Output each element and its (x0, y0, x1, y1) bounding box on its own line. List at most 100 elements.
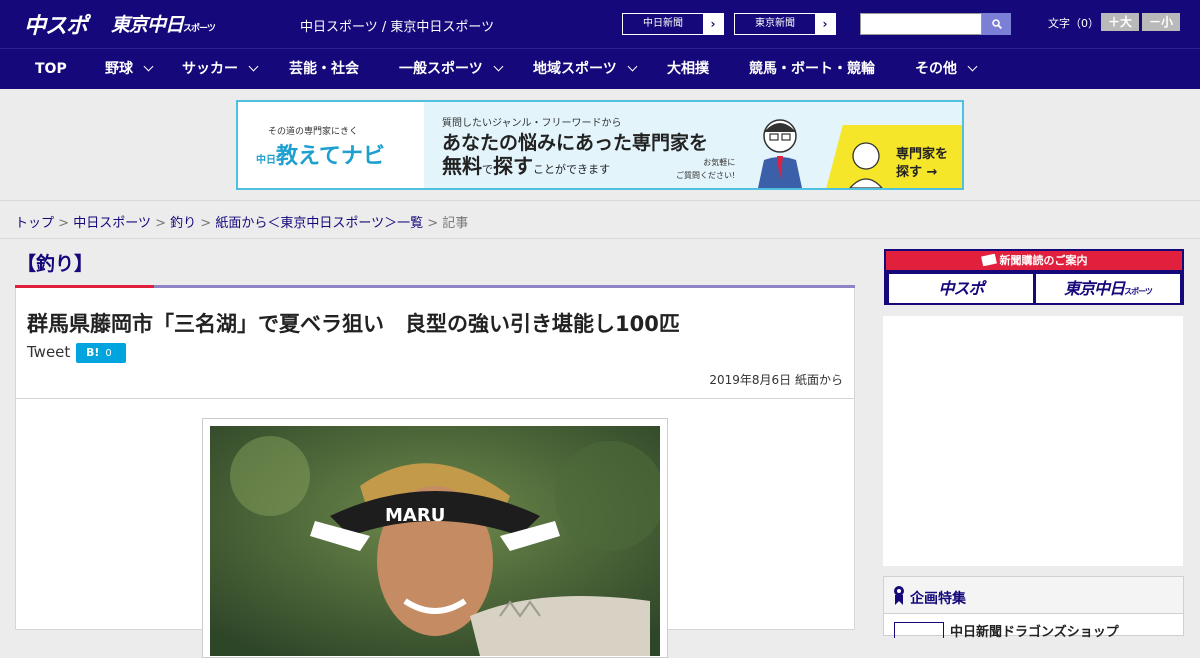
category-title: 【釣り】 (17, 253, 94, 275)
article: 群馬県藤岡市「三名湖」で夏ベラ狙い 良型の強い引き堪能し100匹 Tweet B… (15, 288, 855, 658)
cta-line1: 専門家を (896, 147, 949, 162)
banner-sub: その道の専門家にきく (268, 127, 359, 137)
tweet-button[interactable]: Tweet (27, 343, 70, 361)
hatena-label: B! (86, 346, 100, 359)
nav-item-top[interactable]: TOP (35, 49, 67, 90)
breadcrumb-top[interactable]: トップ (15, 216, 54, 231)
nav-label: サッカー (182, 61, 238, 77)
tokyo-shimbun-link[interactable]: 東京新聞 › (734, 13, 836, 35)
cap-text: MARU (385, 505, 445, 526)
breadcrumb: トップ > 中日スポーツ > 釣り > 紙面から＜東京中日スポーツ＞一覧 > 記… (15, 212, 468, 231)
chevron-right-icon: › (710, 17, 716, 31)
subscription-box: 新聞購読のご案内 中スポ 東京中日スポーツ (884, 249, 1184, 305)
nav-label: 芸能・社会 (289, 61, 359, 77)
banner-de: で (482, 163, 493, 176)
tokyo-chunichi-logo[interactable]: 東京中日スポーツ (111, 10, 216, 37)
tokyo-chunichi-subscribe-button[interactable]: 東京中日スポーツ (1036, 274, 1180, 303)
search-icon (991, 19, 1002, 30)
breadcrumb-separator: > (200, 216, 212, 231)
breadcrumb-current: 記事 (442, 216, 469, 231)
angler-photo-icon: MARU (210, 426, 660, 656)
tokyo-logo-text: 東京中日 (111, 14, 184, 36)
hatena-count: 0 (105, 348, 112, 359)
breadcrumb-separator: > (58, 216, 70, 231)
banner-can: ことができます (533, 163, 610, 176)
article-photo-frame: MARU (202, 418, 668, 658)
nav-label: TOP (35, 61, 67, 77)
chevron-down-icon (143, 61, 154, 72)
oshiete-navi-banner[interactable]: その道の専門家にきく 中日教えてナビ 質問したいジャンル・フリーワードから あな… (236, 100, 964, 190)
breadcrumb-chunichi-sports[interactable]: 中日スポーツ (73, 216, 151, 231)
feature-header: 企画特集 (884, 577, 1183, 614)
nav-label: 野球 (105, 61, 133, 77)
chevron-down-icon (967, 61, 978, 72)
subscription-title: 新聞購読のご案内 (886, 251, 1182, 270)
nav-label: その他 (915, 61, 957, 77)
banner-brand-name: 教えてナビ (276, 144, 385, 169)
breadcrumb-row: トップ > 中日スポーツ > 釣り > 紙面から＜東京中日スポーツ＞一覧 > 記… (0, 200, 1200, 239)
sub-btn-2-text: 東京中日 (1064, 279, 1125, 298)
chuspo-logo[interactable]: 中スポ (24, 8, 88, 40)
chevron-right-icon: › (822, 17, 828, 31)
banner-line1: 質問したいジャンル・フリーワードから (442, 118, 622, 129)
nav-item-entertainment[interactable]: 芸能・社会 (289, 49, 359, 90)
main-nav: TOP 野球 サッカー 芸能・社会 一般スポーツ 地域スポーツ 大相撲 競馬・ボ… (0, 48, 1200, 89)
tokyo-logo-sub: スポーツ (183, 24, 216, 34)
chevron-down-icon (248, 61, 259, 72)
nav-item-soccer[interactable]: サッカー (182, 49, 259, 90)
sub-btn-2-sub: スポーツ (1124, 287, 1153, 296)
nav-item-general-sports[interactable]: 一般スポーツ (399, 49, 504, 90)
search-input[interactable] (860, 13, 982, 35)
font-smaller-button[interactable]: －小 (1142, 13, 1180, 31)
banner-brand-panel: その道の専門家にきく 中日教えてナビ (238, 102, 424, 188)
banner-free: 無料 (442, 154, 482, 178)
banner-note-text: お気軽に ご質問ください! (676, 158, 736, 180)
subscription-title-text: 新聞購読のご案内 (999, 254, 1088, 267)
banner-brand-prefix: 中日 (256, 155, 276, 166)
chunichi-shimbun-link[interactable]: 中日新聞 › (622, 13, 724, 35)
paper-link-label: 中日新聞 (623, 14, 703, 34)
banner-line3: 無料で探すことができます (442, 150, 610, 179)
nav-label: 競馬・ボート・競輪 (749, 61, 875, 77)
banner-cta-text: 専門家を 探す → (896, 146, 948, 182)
breadcrumb-separator: > (155, 216, 166, 231)
banner-note: お気軽に ご質問ください! (676, 156, 735, 182)
chuspo-subscribe-button[interactable]: 中スポ (889, 274, 1033, 303)
nav-label: 地域スポーツ (533, 61, 617, 77)
top-bar: 中スポ 東京中日スポーツ 中日スポーツ / 東京中日スポーツ 中日新聞 › 東京… (0, 0, 1200, 48)
feature-thumbnail[interactable] (894, 622, 944, 638)
banner-search: 探す (493, 154, 533, 178)
search-button[interactable] (982, 13, 1011, 35)
feature-title: 企画特集 (910, 591, 966, 607)
breadcrumb-fishing[interactable]: 釣り (170, 216, 196, 231)
article-date: 2019年8月6日 紙面から (709, 373, 843, 387)
chevron-down-icon (493, 61, 504, 72)
nav-label: 一般スポーツ (399, 61, 483, 77)
nav-item-keiba[interactable]: 競馬・ボート・競輪 (749, 49, 875, 90)
nav-item-local-sports[interactable]: 地域スポーツ (533, 49, 638, 90)
sidebar-ad[interactable] (883, 316, 1183, 566)
article-divider (16, 398, 854, 399)
banner-brand: 中日教えてナビ (256, 138, 385, 170)
hatena-bookmark-button[interactable]: B! 0 (76, 343, 126, 363)
font-size-label: 文字（0） (1048, 17, 1099, 30)
breadcrumb-list[interactable]: 紙面から＜東京中日スポーツ＞一覧 (215, 216, 423, 231)
article-headline: 群馬県藤岡市「三名湖」で夏ベラ狙い 良型の強い引き堪能し100匹 (27, 312, 680, 336)
nav-item-sumo[interactable]: 大相撲 (667, 49, 709, 90)
article-photo[interactable]: MARU (210, 426, 660, 656)
nav-item-baseball[interactable]: 野球 (105, 49, 154, 90)
paper-link-label: 東京新聞 (735, 14, 815, 34)
chevron-down-icon (627, 61, 638, 72)
user-illustration-icon (849, 142, 883, 188)
banner-row: その道の専門家にきく 中日教えてナビ 質問したいジャンル・フリーワードから あな… (0, 89, 1200, 200)
ribbon-icon (894, 586, 904, 605)
nav-item-other[interactable]: その他 (915, 49, 978, 90)
expert-illustration-icon (758, 119, 802, 188)
breadcrumb-separator: > (427, 216, 439, 231)
nav-label: 大相撲 (667, 61, 709, 77)
site-name: 中日スポーツ / 東京中日スポーツ (300, 20, 495, 35)
font-larger-button[interactable]: ＋大 (1101, 13, 1139, 31)
feature-box: 企画特集 中日新聞ドラゴンズショップ (883, 576, 1184, 640)
feature-item-dragons-shop[interactable]: 中日新聞ドラゴンズショップ (950, 621, 1119, 640)
newspaper-icon (980, 253, 997, 267)
